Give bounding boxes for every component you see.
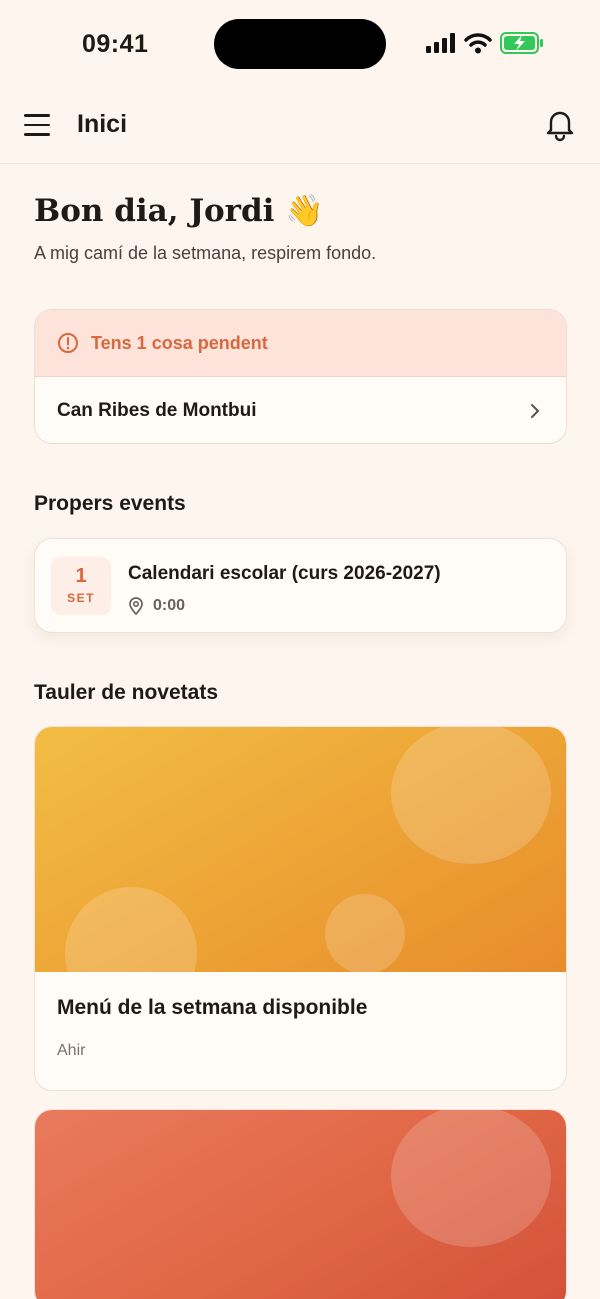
- page-title: Inici: [77, 110, 128, 138]
- wifi-icon: [464, 33, 492, 54]
- event-time: 0:00: [153, 597, 186, 614]
- pending-card: Tens 1 cosa pendent Can Ribes de Montbui: [34, 309, 567, 444]
- news-card-image: [35, 1110, 566, 1299]
- dynamic-island: [214, 19, 386, 69]
- event-card[interactable]: 1 SET Calendari escolar (curs 2026-2027)…: [34, 538, 567, 633]
- news-card-body: Menú de la setmana disponible Ahir: [35, 972, 566, 1090]
- upcoming-events-title: Propers events: [34, 492, 186, 515]
- bell-icon[interactable]: [542, 106, 578, 142]
- pending-item-label: Can Ribes de Montbui: [57, 399, 257, 421]
- menu-icon[interactable]: [24, 110, 54, 140]
- greeting-title: Bon dia, Jordi 👋: [34, 192, 324, 229]
- battery-charging-icon: [500, 32, 543, 54]
- location-pin-icon: [129, 597, 143, 615]
- event-month: SET: [67, 591, 95, 605]
- news-card[interactable]: [34, 1109, 567, 1299]
- greeting-text: Bon dia, Jordi: [34, 193, 275, 229]
- news-title: Menú de la setmana disponible: [57, 996, 368, 1019]
- app-header: Inici: [0, 90, 600, 164]
- news-board-title: Tauler de novetats: [34, 681, 218, 704]
- signal-icon: [426, 33, 455, 53]
- news-date: Ahir: [57, 1042, 86, 1059]
- news-card[interactable]: Menú de la setmana disponible Ahir: [34, 726, 567, 1091]
- alert-circle-icon: [58, 333, 78, 353]
- chevron-right-icon: [531, 403, 539, 418]
- pending-item[interactable]: Can Ribes de Montbui: [35, 377, 566, 443]
- status-time: 09:41: [82, 30, 149, 58]
- status-bar: 09:41: [0, 0, 600, 90]
- status-icons: [426, 32, 544, 54]
- event-meta: 0:00: [128, 597, 185, 615]
- event-date-badge: 1 SET: [51, 557, 111, 615]
- event-title: Calendari escolar (curs 2026-2027): [128, 563, 441, 584]
- event-day: 1: [75, 565, 87, 587]
- greeting-subtitle: A mig camí de la setmana, respirem fondo…: [34, 243, 377, 263]
- waving-hand-icon: 👋: [285, 193, 324, 229]
- pending-header-label: Tens 1 cosa pendent: [91, 332, 268, 353]
- news-card-image: [35, 727, 566, 972]
- pending-header: Tens 1 cosa pendent: [35, 310, 566, 377]
